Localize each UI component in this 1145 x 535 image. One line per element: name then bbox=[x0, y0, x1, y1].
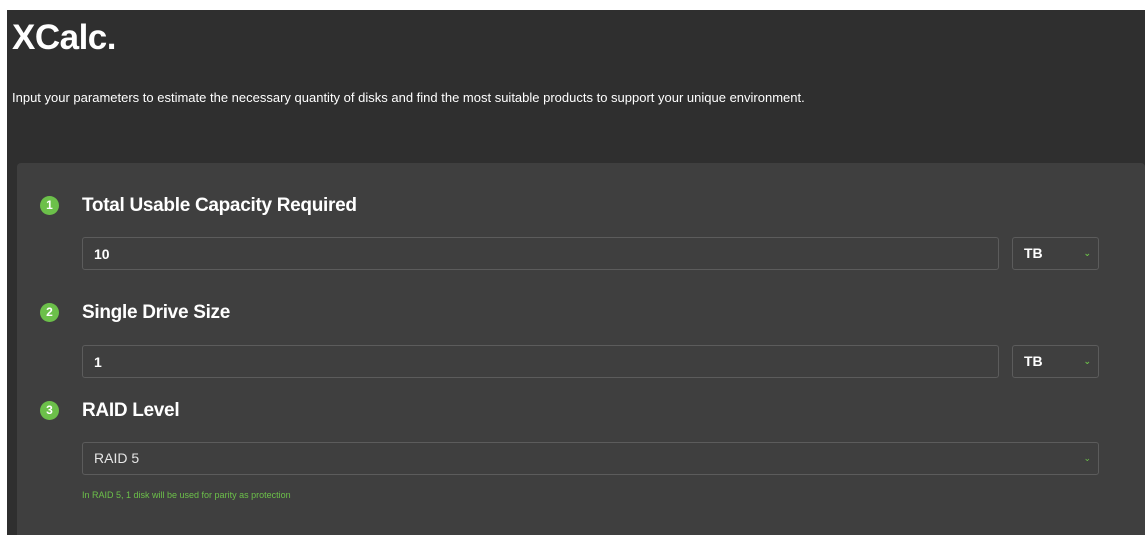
step-3-title: RAID Level bbox=[82, 400, 180, 421]
intro-text: Input your parameters to estimate the ne… bbox=[12, 90, 805, 105]
chevron-down-icon: ⌄ bbox=[1083, 356, 1091, 366]
step-1-title: Total Usable Capacity Required bbox=[82, 195, 357, 216]
drive-size-unit-value: TB bbox=[1024, 353, 1043, 369]
app-window: XCalc. Input your parameters to estimate… bbox=[7, 10, 1145, 535]
total-capacity-unit-value: TB bbox=[1024, 245, 1043, 261]
drive-size-input[interactable] bbox=[82, 345, 999, 378]
drive-size-unit-select[interactable]: TB ⌄ bbox=[1012, 345, 1099, 378]
chevron-down-icon: ⌄ bbox=[1083, 453, 1091, 463]
raid-level-select[interactable]: RAID 5 ⌄ bbox=[82, 442, 1099, 475]
chevron-down-icon: ⌄ bbox=[1083, 248, 1091, 258]
step-2-badge: 2 bbox=[40, 303, 59, 322]
app-title: XCalc. bbox=[12, 18, 117, 57]
total-capacity-unit-select[interactable]: TB ⌄ bbox=[1012, 237, 1099, 270]
step-3-badge: 3 bbox=[40, 401, 59, 420]
raid-level-value: RAID 5 bbox=[94, 450, 140, 466]
step-2-title: Single Drive Size bbox=[82, 302, 231, 323]
step-1-badge: 1 bbox=[40, 196, 59, 215]
raid-parity-hint: In RAID 5, 1 disk will be used for parit… bbox=[82, 490, 291, 500]
calculator-panel: 1 Total Usable Capacity Required TB ⌄ 2 … bbox=[17, 163, 1145, 535]
total-capacity-input[interactable] bbox=[82, 237, 999, 270]
